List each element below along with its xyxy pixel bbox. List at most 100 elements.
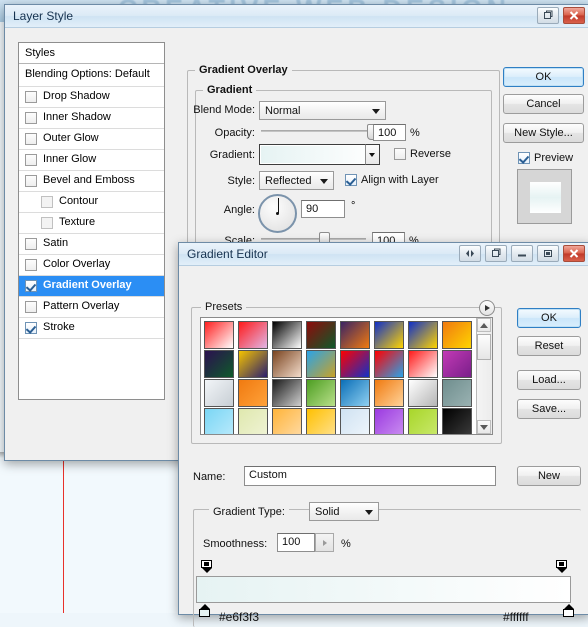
gradient-preset-swatch[interactable] [340,350,370,378]
layer-style-titlebar[interactable]: Layer Style [5,5,588,28]
minimize-icon[interactable] [511,245,533,262]
gradient-preset-swatch[interactable] [272,321,302,349]
styles-list-rows[interactable]: Blending Options: Default Drop Shadow Inne… [19,64,164,339]
smoothness-popup-button[interactable] [315,533,334,552]
gradient-preset-swatch[interactable] [306,350,336,378]
effect-checkbox[interactable] [25,322,37,334]
gradient-preset-swatch[interactable] [306,321,336,349]
color-stop-left[interactable] [199,604,210,617]
presets-swatch-grid[interactable] [200,317,493,435]
align-with-layer-checkbox[interactable] [345,174,357,186]
sidebar-item-inner-shadow[interactable]: Inner Shadow [19,108,164,129]
gradient-ramp[interactable] [196,576,571,603]
gradient-preset-swatch[interactable] [442,321,472,349]
effect-checkbox[interactable] [25,238,37,250]
gradient-preset-swatch[interactable] [204,321,234,349]
angle-input[interactable]: 90 [301,200,345,218]
effect-checkbox[interactable] [25,259,37,271]
ok-button[interactable]: OK [517,308,581,328]
effect-checkbox[interactable] [25,280,37,292]
reverse-checkbox[interactable] [394,148,406,160]
gradient-preset-swatch[interactable] [306,379,336,407]
gradient-preset-swatch[interactable] [306,408,336,434]
gradient-preset-swatch[interactable] [204,408,234,434]
new-style-button[interactable]: New Style... [503,123,584,143]
color-stop-right[interactable] [563,604,574,617]
gradient-preset-swatch[interactable] [340,408,370,434]
gradient-preset-swatch[interactable] [374,350,404,378]
sidebar-item-color-overlay[interactable]: Color Overlay [19,255,164,276]
gradient-preset-swatch[interactable] [272,408,302,434]
sidebar-item-texture[interactable]: Texture [19,213,164,234]
gradient-preset-swatch[interactable] [374,408,404,434]
styles-list-panel[interactable]: Styles Blending Options: Default Drop Sha… [18,42,165,400]
gradient-preset-swatch[interactable] [238,379,268,407]
close-icon[interactable] [563,7,585,24]
scrollbar-thumb[interactable] [477,334,491,360]
gradient-preset-swatch[interactable] [340,379,370,407]
gradient-preset-swatch[interactable] [408,408,438,434]
opacity-slider[interactable] [261,124,378,140]
load-button[interactable]: Load... [517,370,581,390]
scroll-up-button[interactable] [477,318,491,332]
gradient-preset-swatch[interactable] [238,350,268,378]
gradient-preset-swatch[interactable] [238,408,268,434]
gradient-style-select[interactable]: Reflected [259,171,334,190]
close-icon[interactable] [563,245,585,262]
collapse-icon[interactable] [459,245,481,262]
opacity-input[interactable]: 100 [373,124,406,141]
reset-button[interactable]: Reset [517,336,581,356]
gradient-preset-swatch[interactable] [272,350,302,378]
effect-checkbox[interactable] [25,175,37,187]
gradient-preset-swatch[interactable] [442,379,472,407]
restore-icon[interactable] [537,7,559,24]
sidebar-item-satin[interactable]: Satin [19,234,164,255]
gradient-type-select[interactable]: Solid [309,502,379,521]
gradient-preset-swatch[interactable] [238,321,268,349]
ok-button[interactable]: OK [503,67,584,87]
gradient-preset-swatch[interactable] [442,350,472,378]
gradient-preset-swatch[interactable] [204,350,234,378]
sidebar-item-stroke[interactable]: Stroke [19,318,164,339]
effect-checkbox[interactable] [25,91,37,103]
sidebar-item-outer-glow[interactable]: Outer Glow [19,129,164,150]
gradient-preset-swatch[interactable] [408,379,438,407]
save-button[interactable]: Save... [517,399,581,419]
sidebar-item-pattern-overlay[interactable]: Pattern Overlay [19,297,164,318]
gradient-preset-swatch[interactable] [408,321,438,349]
gradient-name-input[interactable]: Custom [244,466,496,486]
sidebar-item-gradient-overlay[interactable]: Gradient Overlay [19,276,164,297]
sidebar-item-bevel-and-emboss[interactable]: Bevel and Emboss [19,171,164,192]
gradient-preset-swatch[interactable] [340,321,370,349]
opacity-stop-right[interactable] [556,560,567,573]
sidebar-item-contour[interactable]: Contour [19,192,164,213]
cancel-button[interactable]: Cancel [503,94,584,114]
gradient-preset-swatch[interactable] [374,321,404,349]
gradient-preset-swatch[interactable] [272,379,302,407]
gradient-editor-titlebar[interactable]: Gradient Editor [179,243,588,266]
effect-checkbox[interactable] [25,133,37,145]
opacity-stop-left[interactable] [201,560,212,573]
gradient-editor-dialog[interactable]: Gradient Editor Presets OK Reset Load...… [178,242,588,627]
presets-menu-icon[interactable] [479,300,495,316]
sidebar-item-blending-options-default[interactable]: Blending Options: Default [19,64,164,87]
gradient-preset-swatch[interactable] [408,350,438,378]
smoothness-input[interactable]: 100 [277,533,315,552]
effect-checkbox[interactable] [25,112,37,124]
gradient-preset-swatch[interactable] [204,379,234,407]
presets-scrollbar[interactable] [476,318,492,434]
preview-checkbox[interactable] [518,152,530,164]
effect-checkbox[interactable] [25,154,37,166]
effect-checkbox[interactable] [25,301,37,313]
angle-dial[interactable] [258,194,297,233]
gradient-preset-swatch[interactable] [374,379,404,407]
maximize-icon[interactable] [537,245,559,262]
restore-icon[interactable] [485,245,507,262]
gradient-preset-swatch[interactable] [442,408,472,434]
sidebar-item-inner-glow[interactable]: Inner Glow [19,150,164,171]
gradient-dropdown-button[interactable] [365,144,380,165]
gradient-preview-button[interactable] [259,144,380,165]
scroll-down-button[interactable] [477,420,491,434]
new-button[interactable]: New [517,466,581,486]
effect-checkbox[interactable] [41,217,53,229]
